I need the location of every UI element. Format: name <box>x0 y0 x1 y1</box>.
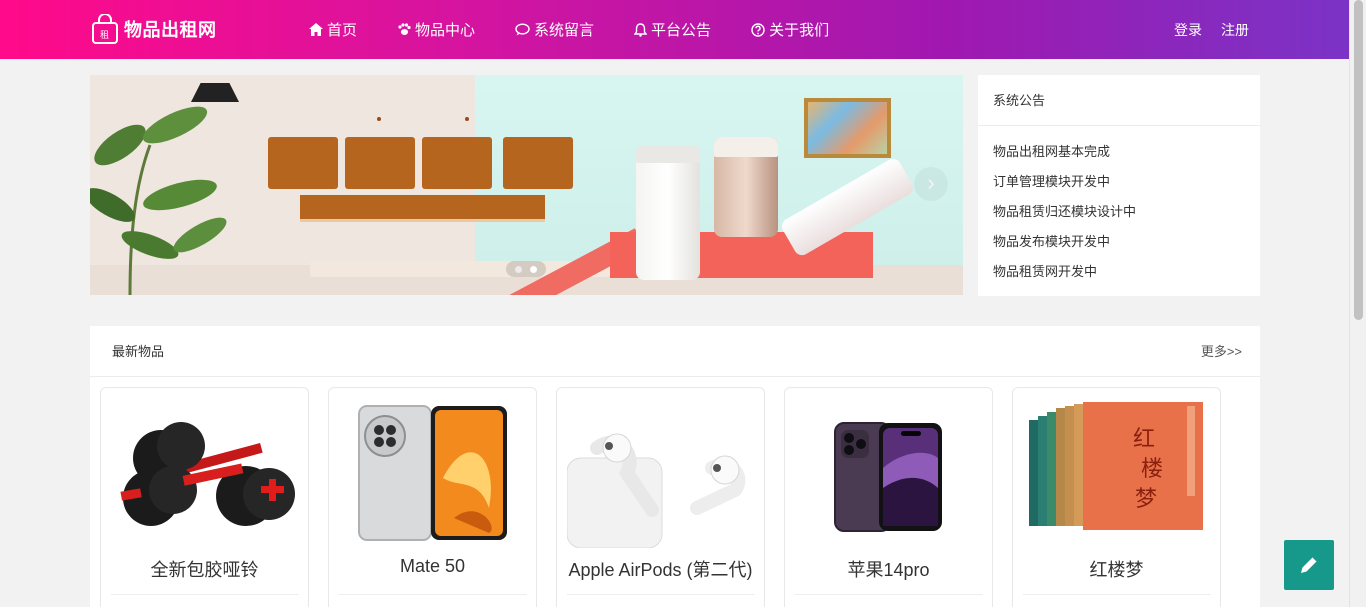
product-card[interactable]: 红 楼 梦 红楼梦 <box>1012 387 1221 607</box>
nav-about[interactable]: 关于我们 <box>751 19 829 40</box>
announcement-item[interactable]: 物品出租网基本完成 <box>993 140 1260 170</box>
card-divider <box>339 594 527 595</box>
announcement-title: 系统公告 <box>978 75 1260 126</box>
carousel-next-arrow[interactable]: › <box>914 167 948 201</box>
product-name: Mate 50 <box>399 556 466 576</box>
comment-icon <box>515 23 530 36</box>
card-divider <box>567 594 755 595</box>
wall-peg <box>465 117 469 121</box>
product-name: 苹果14pro <box>847 560 930 580</box>
wall-peg <box>377 117 381 121</box>
bell-icon <box>634 22 648 37</box>
site-title: 物品出租网 <box>124 20 217 40</box>
product-name: 红楼梦 <box>1089 560 1144 580</box>
pencil-icon <box>1301 556 1318 573</box>
register-link[interactable]: 注册 <box>1221 20 1249 40</box>
product-name: Apple AirPods (第二代) <box>568 560 753 580</box>
top-navbar: 租 物品出租网 首页 物品中心 系统留言 平台公告 关于我们 登录 注册 <box>0 0 1349 59</box>
product-card[interactable]: 全新包胶哑铃 <box>100 387 309 607</box>
login-link[interactable]: 登录 <box>1174 20 1202 40</box>
announcement-item[interactable]: 物品租赁网开发中 <box>993 260 1260 290</box>
main-nav: 首页 物品中心 系统留言 平台公告 关于我们 <box>309 0 869 59</box>
iphone-image <box>834 422 942 532</box>
wall-block <box>345 137 415 189</box>
latest-items-section: 最新物品 更多>> 全新包胶哑铃 Mate 50 Apple AirPods (… <box>90 326 1260 607</box>
announcement-item[interactable]: 物品发布模块开发中 <box>993 230 1260 260</box>
announcement-panel: 系统公告 物品出租网基本完成 订单管理模块开发中 物品租赁归还模块设计中 物品发… <box>978 75 1260 296</box>
nav-home-label: 首页 <box>327 22 358 39</box>
logo-badge: 租 <box>100 30 110 40</box>
product-name: 全新包胶哑铃 <box>150 560 259 580</box>
wall-block <box>268 137 338 189</box>
wall-block <box>503 137 573 189</box>
painting-image <box>804 98 891 158</box>
announcement-list: 物品出租网基本完成 订单管理模块开发中 物品租赁归还模块设计中 物品发布模块开发… <box>978 126 1260 290</box>
carousel-dot[interactable] <box>515 266 522 273</box>
card-divider <box>111 594 299 595</box>
section-title: 最新物品 <box>112 344 165 359</box>
thermos-white-cap <box>636 145 700 163</box>
more-link[interactable]: 更多>> <box>1201 326 1242 377</box>
edit-fab-button[interactable] <box>1284 540 1334 590</box>
carousel-indicators <box>506 261 546 277</box>
svg-text:楼: 楼 <box>1141 457 1163 482</box>
nav-messages[interactable]: 系统留言 <box>515 19 594 40</box>
nav-home[interactable]: 首页 <box>309 19 357 40</box>
shopping-bag-icon: 租 <box>91 13 119 44</box>
plant-image <box>90 106 227 295</box>
home-icon <box>309 23 323 36</box>
question-circle-icon <box>751 22 765 37</box>
page-scrollbar[interactable] <box>1349 0 1366 607</box>
card-divider <box>795 594 983 595</box>
nav-items-center[interactable]: 物品中心 <box>397 19 475 40</box>
announcement-item[interactable]: 物品租赁归还模块设计中 <box>993 200 1260 230</box>
wall-block <box>422 137 492 189</box>
nav-announcements-label: 平台公告 <box>651 22 712 39</box>
paw-icon <box>398 23 411 35</box>
book-set-image: 红 楼 梦 <box>1029 402 1203 530</box>
nav-about-label: 关于我们 <box>769 22 830 39</box>
nav-announcements[interactable]: 平台公告 <box>634 19 711 40</box>
scrollbar-thumb[interactable] <box>1354 0 1363 320</box>
svg-text:红: 红 <box>1133 427 1155 452</box>
wall-shelf <box>300 195 545 222</box>
nav-items-center-label: 物品中心 <box>415 22 476 39</box>
thermos-white <box>636 145 700 280</box>
section-header: 最新物品 更多>> <box>90 326 1260 377</box>
site-logo[interactable]: 租 物品出租网 <box>91 13 217 44</box>
banner-carousel[interactable]: › <box>90 75 963 295</box>
announcement-item[interactable]: 订单管理模块开发中 <box>993 170 1260 200</box>
auth-links: 登录 注册 <box>1155 0 1249 59</box>
product-card[interactable]: Mate 50 <box>328 387 537 607</box>
dumbbell-image <box>120 422 295 526</box>
phone-image <box>358 405 507 541</box>
thermos-brown-cap <box>714 137 778 157</box>
product-card[interactable]: Apple AirPods (第二代) <box>556 387 765 607</box>
earbuds-image <box>567 433 746 548</box>
product-card[interactable]: 苹果14pro <box>784 387 993 607</box>
nav-messages-label: 系统留言 <box>534 22 595 39</box>
svg-text:梦: 梦 <box>1135 487 1157 512</box>
card-divider <box>1023 594 1211 595</box>
carousel-dot-active[interactable] <box>530 266 537 273</box>
